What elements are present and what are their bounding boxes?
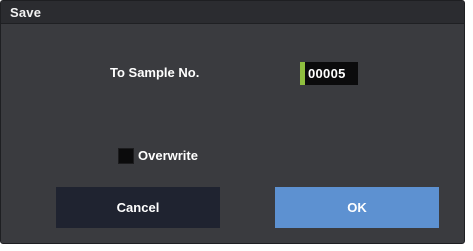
title-bar: Save bbox=[1, 1, 464, 24]
dialog-title: Save bbox=[10, 5, 42, 20]
cancel-button[interactable]: Cancel bbox=[56, 187, 220, 228]
sample-number-field[interactable]: 00005 bbox=[300, 62, 358, 85]
sample-number-label: To Sample No. bbox=[110, 65, 200, 80]
overwrite-checkbox[interactable] bbox=[118, 148, 134, 164]
save-dialog: Save To Sample No. 00005 Overwrite Cance… bbox=[0, 0, 465, 244]
overwrite-label: Overwrite bbox=[138, 148, 198, 163]
sample-number-value: 00005 bbox=[308, 66, 346, 81]
field-focus-marker bbox=[300, 62, 305, 85]
ok-button[interactable]: OK bbox=[275, 187, 439, 228]
